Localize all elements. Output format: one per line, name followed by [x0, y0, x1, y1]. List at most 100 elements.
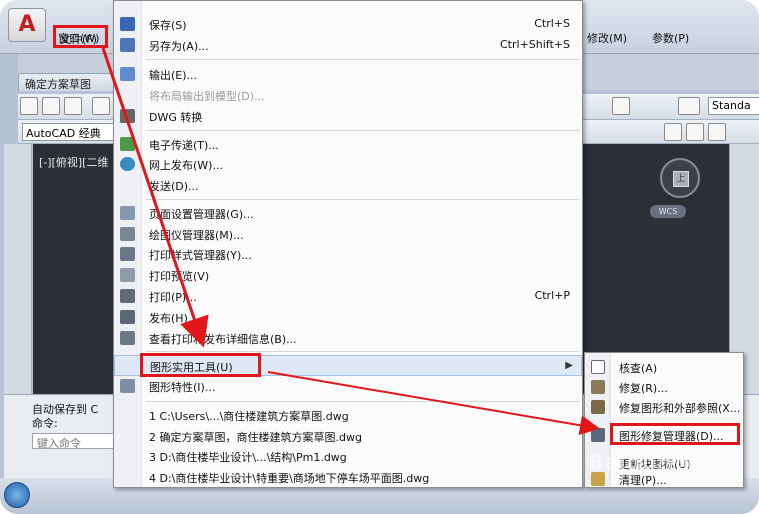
recovery-manager-icon [591, 428, 605, 442]
menu-item-label: 电子传递(T)... [149, 139, 219, 152]
menu-item-export[interactable]: 输出(E)... [114, 64, 582, 84]
audit-icon [591, 360, 605, 374]
menu-item-label: DWG 转换 [149, 111, 203, 124]
menu-item-plotter-manager[interactable]: 绘图仪管理器(M)... [114, 224, 582, 244]
dimension-arc-icon[interactable] [708, 123, 726, 141]
menu-item-label: 3 D:\商住楼毕业设计\...\结构\Pm1.dwg [149, 451, 347, 464]
menu-item-shortcut: Ctrl+P [534, 289, 570, 302]
menu-item-export-layout: 将布局输出到模型(D)... [114, 85, 582, 105]
menu-item-label: 打印样式管理器(Y)... [149, 249, 252, 262]
menu-item-save[interactable]: 保存(S) Ctrl+S [114, 14, 582, 34]
recover-icon [591, 380, 605, 394]
dimension-aligned-icon[interactable] [686, 123, 704, 141]
menu-item-label: 另存为(A)... [149, 40, 209, 53]
recent-file-3[interactable]: 3 D:\商住楼毕业设计\...\结构\Pm1.dwg [114, 446, 582, 466]
utilities-highlight-box [140, 353, 261, 377]
recent-file-1[interactable]: 1 C:\Users\...\商住楼建筑方案草图.dwg [114, 405, 582, 425]
help-icon[interactable] [612, 97, 630, 115]
publish-icon [120, 310, 135, 324]
menu-item-publish[interactable]: 发布(H)... [114, 307, 582, 327]
menu-modify[interactable]: 修改(M) [587, 30, 627, 46]
save-icon [120, 17, 135, 31]
viewport-label[interactable]: [-][俯视][二维 [39, 154, 108, 170]
wcs-button[interactable]: WCS [650, 205, 686, 218]
submenu-item-recover[interactable]: 修复(R)... [585, 377, 743, 397]
recovery-manager-highlight-box [610, 423, 740, 445]
dwg-convert-icon [120, 109, 135, 123]
menu-item-label: 4 D:\商住楼毕业设计\特重要\商场地下停车场平面图.dwg [149, 472, 430, 485]
menu-item-label: 保存(S) [149, 19, 187, 32]
file-menu: 保存(S) Ctrl+S 另存为(A)... Ctrl+Shift+S 输出(E… [113, 0, 583, 488]
document-tab[interactable]: 确定方案草图 [18, 73, 128, 91]
menu-item-dwg-convert[interactable]: DWG 转换 [114, 106, 582, 126]
menu-item-send[interactable]: 发送(D)... [114, 175, 582, 195]
menu-item-drawing-properties[interactable]: 图形特性(I)... [114, 376, 582, 396]
menu-separator [146, 199, 580, 200]
menu-item-label: 将布局输出到模型(D)... [149, 90, 265, 103]
menu-separator [146, 130, 580, 131]
menu-separator [146, 59, 580, 60]
file-menu-highlight-box [53, 25, 108, 48]
menu-item-plot-details[interactable]: 查看打印和发布详细信息(B)... [114, 328, 582, 348]
print-icon[interactable] [92, 97, 110, 115]
submenu-item-label: 核查(A) [619, 362, 658, 375]
menu-params[interactable]: 参数(P) [652, 30, 689, 46]
menu-separator [146, 401, 580, 402]
viewcube[interactable]: 上 [660, 158, 700, 198]
draw-toolbar [4, 144, 32, 394]
baidu-watermark: Baidu经验 [588, 450, 700, 474]
workspace-select[interactable]: AutoCAD 经典 [22, 123, 114, 141]
recover-xref-icon [591, 400, 605, 414]
viewcube-face[interactable]: 上 [673, 171, 689, 187]
preview-icon [120, 268, 135, 282]
new-file-icon[interactable] [20, 97, 38, 115]
page-setup-icon [120, 206, 135, 220]
menu-item-label: 输出(E)... [149, 69, 198, 82]
menu-item-save-as[interactable]: 另存为(A)... Ctrl+Shift+S [114, 35, 582, 55]
plotter-icon [120, 227, 135, 241]
dimension-icon[interactable] [664, 123, 682, 141]
menu-item-label: 打印(P)... [149, 291, 197, 304]
menu-item-shortcut: Ctrl+Shift+S [500, 38, 570, 51]
menu-item-plot-style-manager[interactable]: 打印样式管理器(Y)... [114, 244, 582, 264]
menu-item-plot-preview[interactable]: 打印预览(V) [114, 265, 582, 285]
menu-item-plot[interactable]: 打印(P)... Ctrl+P [114, 286, 582, 306]
plot-details-icon [120, 331, 135, 345]
submenu-arrow-icon: ▶ [565, 360, 573, 371]
print-icon [120, 289, 135, 303]
save-icon[interactable] [64, 97, 82, 115]
globe-icon [120, 157, 135, 171]
menu-item-label: 绘图仪管理器(M)... [149, 229, 244, 242]
menu-item-page-setup[interactable]: 页面设置管理器(G)... [114, 203, 582, 223]
submenu-item-label: 修复(R)... [619, 382, 668, 395]
menu-item-publish-web[interactable]: 网上发布(W)... [114, 154, 582, 174]
menu-item-shortcut: Ctrl+S [534, 17, 570, 30]
menu-item-label: 2 确定方案草图，商住楼建筑方案草图.dwg [149, 431, 362, 444]
submenu-item-audit[interactable]: 核查(A) [585, 357, 743, 377]
text-style-icon[interactable] [678, 97, 700, 115]
menu-item-label: 查看打印和发布详细信息(B)... [149, 333, 297, 346]
menu-item-label: 打印预览(V) [149, 270, 210, 283]
plot-style-icon [120, 247, 135, 261]
start-orb-icon[interactable] [4, 482, 30, 508]
recent-file-2[interactable]: 2 确定方案草图，商住楼建筑方案草图.dwg [114, 426, 582, 446]
command-input[interactable]: 键入命令 [32, 433, 122, 450]
menu-item-etransmit[interactable]: 电子传递(T)... [114, 134, 582, 154]
menu-item-label: 图形特性(I)... [149, 381, 216, 394]
save-as-icon [120, 38, 135, 52]
command-prompt: 命令: [32, 417, 58, 430]
menu-separator [146, 351, 580, 352]
menu-item-label: 页面设置管理器(G)... [149, 208, 254, 221]
recent-file-4[interactable]: 4 D:\商住楼毕业设计\特重要\商场地下停车场平面图.dwg [114, 467, 582, 487]
menu-item-label: 网上发布(W)... [149, 159, 223, 172]
text-style-select[interactable]: Standa [708, 97, 759, 115]
open-file-icon[interactable] [42, 97, 60, 115]
menu-item-label: 发送(D)... [149, 180, 199, 193]
application-menu-button[interactable]: A [8, 8, 46, 42]
submenu-item-recover-xref[interactable]: 修复图形和外部参照(X... [585, 397, 743, 417]
menu-item-label: 1 C:\Users\...\商住楼建筑方案草图.dwg [149, 410, 349, 423]
submenu-item-label: 修复图形和外部参照(X... [619, 402, 741, 415]
etransmit-icon [120, 137, 135, 151]
menu-item-label: 发布(H)... [149, 312, 199, 325]
export-icon [120, 67, 135, 81]
